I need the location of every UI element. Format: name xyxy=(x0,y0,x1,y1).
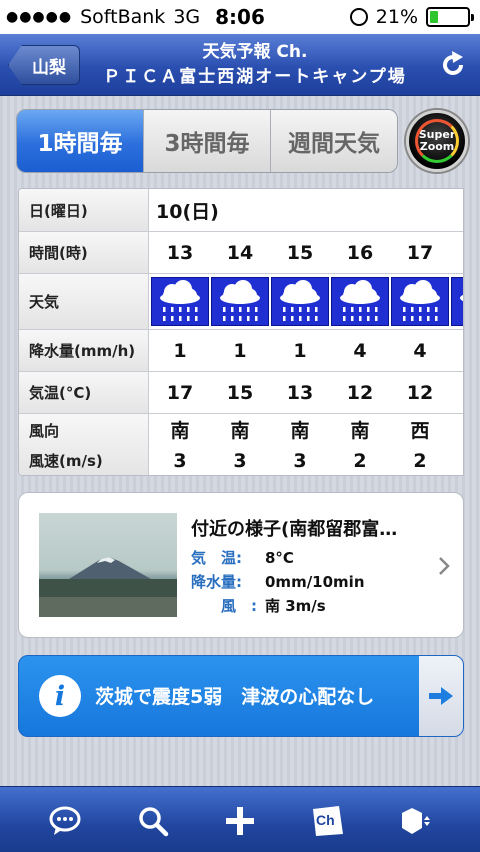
hour-cell: 13 xyxy=(166,241,194,264)
back-button[interactable]: 山梨 xyxy=(8,45,80,85)
refresh-icon[interactable] xyxy=(438,50,468,80)
nearby-temp-row: 気 温: 8°C xyxy=(191,547,294,568)
live-camera-photo xyxy=(39,513,177,617)
nearby-wind-value: 南 3m/s xyxy=(265,597,326,615)
temp-cell: 17 xyxy=(166,381,194,404)
super-zoom-button[interactable]: Super Zoom xyxy=(406,110,468,172)
precip-cell: 4 xyxy=(353,339,367,362)
hour-cell: 15 xyxy=(286,241,314,264)
wind-cell: 西2 xyxy=(390,414,450,475)
chevron-right-icon xyxy=(439,557,450,575)
navigation-bar: 山梨 天気予報 Ch. ＰＩＣＡ富士西湖オートキャンプ場 xyxy=(0,34,480,96)
nearby-temp-label: 気 温: xyxy=(191,549,242,567)
nearby-title: 付近の様子(南都留郡富… xyxy=(191,519,398,540)
back-button-label: 山梨 xyxy=(32,57,66,78)
wind-direction-value: 西 xyxy=(410,419,430,442)
search-icon[interactable] xyxy=(136,804,170,838)
wind-direction-value: 南 xyxy=(230,419,250,442)
nearby-precip-row: 降水量: 0mm/10min xyxy=(191,571,365,592)
row-label-date: 日(曜日) xyxy=(19,189,149,231)
page-title: 天気予報 Ch. ＰＩＣＡ富士西湖オートキャンプ場 xyxy=(90,40,420,90)
precip-cell: 1 xyxy=(173,339,187,362)
wind-direction-value: 南 xyxy=(290,419,310,442)
nearby-wind-label: 風 : xyxy=(221,597,257,615)
table-row-hour: 時間(時) 13 14 15 16 17 xyxy=(19,231,463,273)
rain-cloud-icon xyxy=(391,277,449,326)
nearby-temp-value: 8°C xyxy=(265,549,294,567)
tab-weekly[interactable]: 週間天気 xyxy=(270,110,397,172)
rain-cloud-icon xyxy=(151,277,209,326)
status-bar: ●●●●● SoftBank 3G 8:06 21% xyxy=(0,0,480,34)
wind-cell: 南2 xyxy=(330,414,390,475)
temp-cell: 12 xyxy=(406,381,434,404)
channel-title: 天気予報 Ch. xyxy=(202,42,308,62)
bottom-tab-bar: Ch xyxy=(0,786,480,852)
info-icon: i xyxy=(39,675,81,717)
settings-icon[interactable] xyxy=(398,804,432,838)
alarm-icon xyxy=(349,8,368,26)
table-row-precip: 降水量(mm/h) 1 1 1 4 4 xyxy=(19,329,463,371)
wind-speed-value: 2 xyxy=(353,449,367,472)
temp-cell: 15 xyxy=(226,381,254,404)
precip-cell: 1 xyxy=(233,339,247,362)
mount-fuji-image xyxy=(39,557,177,617)
row-label-wind: 風向 風速(m/s) xyxy=(19,414,149,475)
channel-icon-label: Ch xyxy=(316,812,335,828)
super-zoom-ring xyxy=(415,119,459,163)
nearby-wind-row: 風 : 南 3m/s xyxy=(191,595,326,616)
rain-cloud-icon xyxy=(451,277,463,326)
wind-speed-value: 3 xyxy=(173,449,187,472)
forecast-interval-tabs: 1時間毎 3時間毎 週間天気 xyxy=(16,109,398,173)
nearby-precip-value: 0mm/10min xyxy=(265,573,365,591)
rain-cloud-icon xyxy=(211,277,269,326)
wind-direction-value: 南 xyxy=(170,419,190,442)
row-label-weather: 天気 xyxy=(19,274,149,329)
temp-cell: 12 xyxy=(346,381,374,404)
precip-cell: 4 xyxy=(413,339,427,362)
add-icon[interactable] xyxy=(223,804,257,838)
hour-cell: 17 xyxy=(406,241,434,264)
location-title: ＰＩＣＡ富士西湖オートキャンプ場 xyxy=(103,67,407,87)
nearby-conditions-card[interactable]: 付近の様子(南都留郡富… 気 温: 8°C 降水量: 0mm/10min 風 : 南 … xyxy=(18,492,464,638)
table-row-wind: 風向 風速(m/s) 南3南3南3南2西2北 xyxy=(19,413,463,475)
temp-cell: 13 xyxy=(286,381,314,404)
chat-icon[interactable] xyxy=(48,804,82,838)
forecast-table[interactable]: 日(曜日) 10(日) 時間(時) 13 14 15 16 17 天気 降水量(mm/h… xyxy=(18,188,464,476)
rain-cloud-icon xyxy=(331,277,389,326)
wind-cell: 北 xyxy=(450,414,463,475)
battery-fill xyxy=(430,11,438,23)
channel-icon[interactable]: Ch xyxy=(311,804,345,838)
alert-arrow-button[interactable] xyxy=(419,656,463,736)
row-label-temp: 気温(°C) xyxy=(19,372,149,413)
date-value: 10(日) xyxy=(156,200,219,223)
wind-cell: 南3 xyxy=(210,414,270,475)
table-row-date: 日(曜日) 10(日) xyxy=(19,189,463,231)
wind-speed-value: 2 xyxy=(413,449,427,472)
battery-icon xyxy=(426,7,474,27)
arrow-right-icon xyxy=(429,687,453,705)
alert-text: 茨城で震度5弱 津波の心配なし xyxy=(95,686,375,708)
row-label-hour: 時間(時) xyxy=(19,232,149,273)
row-label-precip: 降水量(mm/h) xyxy=(19,330,149,371)
battery-percent: 21% xyxy=(375,6,418,28)
nearby-precip-label: 降水量: xyxy=(191,573,242,591)
wind-direction-value: 南 xyxy=(350,419,370,442)
wind-cell: 南3 xyxy=(270,414,330,475)
wind-direction-label: 風向 xyxy=(29,421,60,440)
wind-speed-label: 風速(m/s) xyxy=(29,451,103,470)
wind-cell: 南3 xyxy=(150,414,210,475)
earthquake-alert-banner[interactable]: i 茨城で震度5弱 津波の心配なし xyxy=(18,655,464,737)
hour-cell: 14 xyxy=(226,241,254,264)
tab-3-hourly[interactable]: 3時間毎 xyxy=(143,110,270,172)
wind-speed-value: 3 xyxy=(293,449,307,472)
wind-speed-value: 3 xyxy=(233,449,247,472)
tab-hourly[interactable]: 1時間毎 xyxy=(17,110,143,172)
table-row-temp: 気温(°C) 17 15 13 12 12 xyxy=(19,371,463,413)
rain-cloud-icon xyxy=(271,277,329,326)
hour-cell: 16 xyxy=(346,241,374,264)
table-row-weather: 天気 xyxy=(19,273,463,329)
precip-cell: 1 xyxy=(293,339,307,362)
